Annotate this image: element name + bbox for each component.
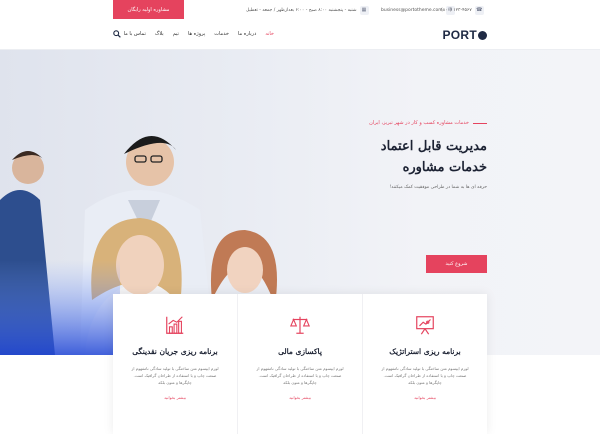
service-card-cash-flow-planning[interactable]: برنامه ریزی جریان نقدینگی لورم ایپسوم مت… [113, 294, 237, 434]
hero-content: خدمات مشاوره کسب و کار در شهر تبریز، ایر… [287, 120, 487, 190]
card-description: لورم ایپسوم متن ساختگی با تولید سادگی نا… [131, 366, 219, 385]
balance-scale-icon [289, 316, 311, 334]
card-title: پاکسازی مالی [278, 347, 322, 356]
nav-menu: خانه درباره ما خدمات پروژه ها تیم بلاگ ت… [124, 31, 274, 37]
hours-text: شنبه - پنجشنبه ۸:۰۰ صبح - ۶:۰۰ بعدازظهر … [246, 7, 357, 13]
card-description: لورم ایپسوم متن ساختگی با تولید سادگی نا… [381, 366, 469, 385]
phone-text[interactable]: (۸۰۰) ۱۲۳-۴۵۶۷ [441, 8, 472, 13]
logo-text: PORT [442, 28, 477, 42]
hero-description: حرفه ای ها به شما در طراحی موفقیت کمک می… [389, 185, 488, 190]
read-more-link[interactable]: بیشتر بخوانید [363, 395, 487, 400]
nav-item-services[interactable]: خدمات [214, 31, 229, 37]
eyebrow-divider [473, 122, 487, 124]
hero-eyebrow: خدمات مشاوره کسب و کار در شهر تبریز، ایر… [287, 120, 487, 126]
card-title: برنامه ریزی جریان نقدینگی [132, 347, 218, 356]
email-text[interactable]: business@portotheme.com [381, 8, 443, 13]
nav-item-team[interactable]: تیم [173, 31, 179, 37]
read-more-link[interactable]: بیشتر بخوانید [113, 395, 237, 400]
service-card-strategic-planning[interactable]: برنامه ریزی استراتژیک لورم ایپسوم متن سا… [362, 294, 487, 434]
search-icon[interactable] [113, 30, 121, 38]
hero-title: مدیریت قابل اعتماد خدمات مشاوره [287, 136, 487, 178]
calendar-icon: ▦ [359, 5, 369, 15]
free-consultation-button[interactable]: مشاوره اولیه رایگان [113, 0, 184, 19]
nav-item-blog[interactable]: بلاگ [155, 31, 164, 37]
nav-item-about[interactable]: درباره ما [238, 31, 256, 37]
growth-chart-icon [166, 316, 184, 334]
hero-title-line-1: مدیریت قابل اعتماد [380, 139, 487, 154]
logo[interactable]: PORT [442, 28, 487, 42]
get-started-button[interactable]: شروع کنید [426, 255, 487, 273]
services-cards: برنامه ریزی استراتژیک لورم ایپسوم متن سا… [113, 294, 487, 434]
phone-info[interactable]: (۸۰۰) ۱۲۳-۴۵۶۷ ☎ [441, 5, 484, 15]
presentation-chart-icon [416, 316, 434, 335]
phone-icon: ☎ [474, 5, 484, 15]
nav-item-home[interactable]: خانه [265, 31, 274, 37]
service-card-financial-clearance[interactable]: پاکسازی مالی لورم ایپسوم متن ساختگی با ت… [237, 294, 362, 434]
main-navigation: PORT خانه درباره ما خدمات پروژه ها تیم ب… [0, 20, 600, 50]
hero-eyebrow-text: خدمات مشاوره کسب و کار در شهر تبریز، ایر… [369, 120, 469, 126]
hours-info: شنبه - پنجشنبه ۸:۰۰ صبح - ۶:۰۰ بعدازظهر … [246, 5, 369, 15]
top-bar: مشاوره اولیه رایگان شنبه - پنجشنبه ۸:۰۰ … [0, 0, 600, 20]
read-more-link[interactable]: بیشتر بخوانید [238, 395, 362, 400]
nav-item-projects[interactable]: پروژه ها [188, 31, 205, 37]
hero-title-line-2: خدمات مشاوره [402, 160, 487, 175]
card-title: برنامه ریزی استراتژیک [389, 347, 461, 356]
logo-mark [478, 31, 487, 40]
nav-item-contact[interactable]: تماس با ما [124, 31, 146, 37]
card-description: لورم ایپسوم متن ساختگی با تولید سادگی نا… [256, 366, 344, 385]
